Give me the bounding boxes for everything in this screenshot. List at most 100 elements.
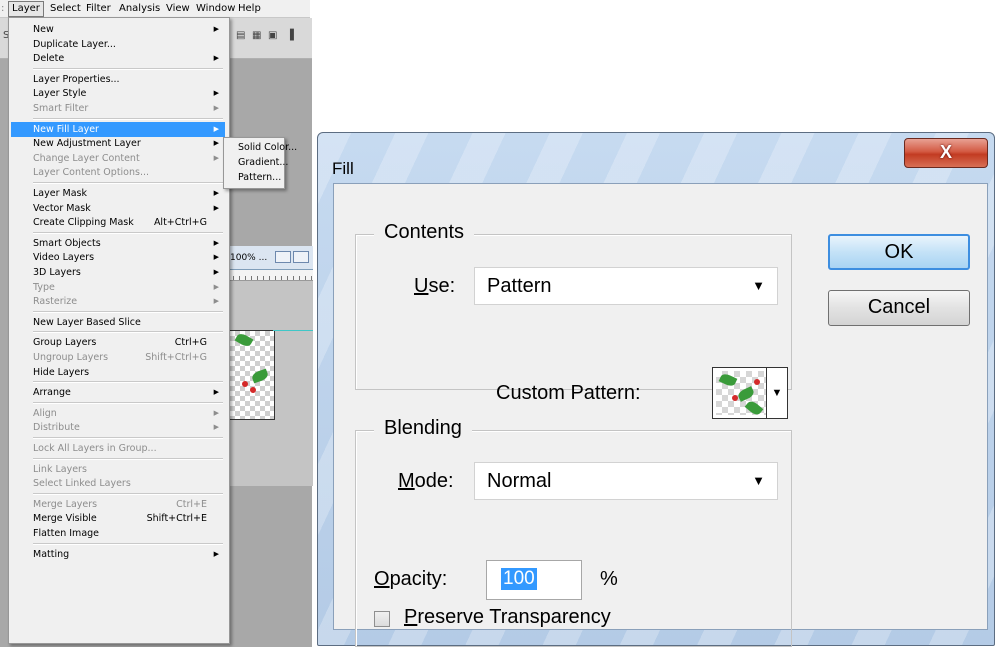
menu-item-link-layers[interactable]: Link Layers	[11, 462, 225, 477]
menu-item-type[interactable]: Type ▶	[11, 280, 225, 295]
dialog-title: Fill	[332, 159, 354, 178]
minimize-button[interactable]	[275, 251, 291, 263]
menu-item-layer-content-options[interactable]: Layer Content Options...	[11, 165, 225, 180]
menu-view[interactable]: View	[163, 0, 193, 17]
menu-window[interactable]: Window	[193, 0, 238, 17]
menu-item-smart-objects[interactable]: Smart Objects ▶	[11, 236, 225, 251]
submenu-arrow-icon: ▶	[213, 54, 219, 63]
menu-item-align[interactable]: Align ▶	[11, 406, 225, 421]
menu-analysis[interactable]: Analysis	[116, 0, 163, 17]
menu-item-layer-mask[interactable]: Layer Mask ▶	[11, 186, 225, 201]
close-button[interactable]: X	[904, 138, 988, 168]
chevron-down-icon: ▼	[752, 473, 765, 488]
submenu-solid-color[interactable]: Solid Color...	[226, 140, 297, 155]
preserve-transparency-label[interactable]: Preserve Transparency	[404, 606, 611, 629]
menu-item-duplicate-layer[interactable]: Duplicate Layer...	[11, 37, 225, 52]
custom-pattern-picker[interactable]: ▼	[712, 367, 788, 419]
menu-item-distribute[interactable]: Distribute ▶	[11, 420, 225, 435]
menu-item-create-clipping-mask[interactable]: Create Clipping Mask Alt+Ctrl+G	[11, 215, 225, 230]
submenu-arrow-icon: ▶	[213, 124, 219, 133]
menu-item-smart-filter[interactable]: Smart Filter ▶	[11, 101, 225, 116]
menu-item-group-layers[interactable]: Group Layers Ctrl+G	[11, 335, 225, 350]
submenu-arrow-icon: ▶	[213, 549, 219, 558]
use-select[interactable]: Pattern ▼	[474, 267, 778, 305]
opacity-input[interactable]: 100	[486, 560, 582, 600]
menu-item-lock-all-layers-in-group[interactable]: Lock All Layers in Group...	[11, 441, 225, 456]
menu-item-new-adjustment-layer[interactable]: New Adjustment Layer ▶	[11, 136, 225, 151]
menu-item-label: Hide Layers	[33, 366, 90, 378]
menu-item-label: Arrange	[33, 387, 71, 399]
mode-label: Mode:	[398, 470, 454, 492]
menu-item-change-layer-content[interactable]: Change Layer Content ▶	[11, 151, 225, 166]
submenu-pattern[interactable]: Pattern...	[226, 170, 282, 185]
menu-item-shortcut: Alt+Ctrl+G	[153, 217, 207, 229]
holly-berry	[242, 381, 248, 387]
align-bottom-icon[interactable]: ▣	[268, 30, 277, 41]
menu-item-ungroup-layers[interactable]: Ungroup Layers Shift+Ctrl+G	[11, 350, 225, 365]
menu-item-arrange[interactable]: Arrange ▶	[11, 385, 225, 400]
preserve-transparency-checkbox[interactable]	[374, 611, 390, 627]
menu-item-layer-properties[interactable]: Layer Properties...	[11, 72, 225, 87]
menu-item-delete[interactable]: Delete ▶	[11, 51, 225, 66]
use-label: Use:	[414, 275, 456, 297]
menu-item-rasterize[interactable]: Rasterize ▶	[11, 294, 225, 309]
menu-bar: : Layer Select Filter Analysis View Wind…	[0, 0, 310, 18]
menu-item-matting[interactable]: Matting ▶	[11, 547, 225, 562]
menu-item-label: Distribute	[33, 422, 80, 434]
align-top-icon[interactable]: ▤	[236, 30, 245, 41]
menu-item-label: Flatten Image	[33, 528, 100, 539]
pattern-dropdown-arrow-icon[interactable]: ▼	[766, 368, 787, 418]
submenu-arrow-icon: ▶	[213, 253, 219, 262]
align-middle-icon[interactable]: ▦	[252, 30, 261, 41]
menu-item-merge-layers[interactable]: Merge Layers Ctrl+E	[11, 497, 225, 512]
menu-item-3d-layers[interactable]: 3D Layers ▶	[11, 265, 225, 280]
menu-item-layer-style[interactable]: Layer Style ▶	[11, 86, 225, 101]
menu-separator	[33, 182, 223, 184]
menu-select[interactable]: Select	[47, 0, 84, 17]
ok-button[interactable]: OK	[828, 234, 970, 270]
submenu-gradient[interactable]: Gradient...	[226, 155, 288, 170]
menu-item-label: Group Layers	[33, 337, 97, 349]
menu-filter[interactable]: Filter	[83, 0, 114, 17]
menu-layer[interactable]: Layer	[8, 1, 44, 17]
menu-item-label: Merge Layers	[33, 498, 98, 510]
menu-item-new-layer-based-slice[interactable]: New Layer Based Slice	[11, 315, 225, 330]
menu-item-label: 3D Layers	[33, 267, 81, 278]
menu-separator	[33, 381, 223, 384]
menubar-grip: :	[1, 3, 5, 14]
menu-item-label: Delete	[33, 53, 65, 65]
cancel-button[interactable]: Cancel	[828, 290, 970, 326]
maximize-button[interactable]	[293, 251, 309, 263]
menu-item-vector-mask[interactable]: Vector Mask ▶	[11, 201, 225, 216]
menu-item-label: Vector Mask	[33, 202, 91, 214]
menu-help[interactable]: Help	[235, 0, 264, 17]
menu-item-label: Align	[33, 407, 57, 419]
menu-item-label: Lock All Layers in Group...	[33, 443, 157, 454]
menu-item-video-layers[interactable]: Video Layers ▶	[11, 250, 225, 265]
submenu-arrow-icon: ▶	[213, 189, 219, 197]
submenu-arrow-icon: ▶	[213, 388, 219, 397]
menu-item-label: Video Layers	[33, 252, 95, 264]
menu-item-label: Layer Properties...	[33, 73, 120, 85]
mode-select[interactable]: Normal ▼	[474, 462, 778, 500]
menu-separator	[33, 331, 223, 334]
submenu-arrow-icon: ▶	[213, 297, 219, 306]
menu-item-new[interactable]: New ▶	[11, 22, 225, 37]
submenu-arrow-icon: ▶	[213, 423, 219, 432]
menu-item-new-fill-layer[interactable]: New Fill Layer ▶	[11, 121, 225, 137]
menu-separator	[33, 492, 223, 495]
holly-berry	[754, 379, 760, 385]
menu-item-hide-layers[interactable]: Hide Layers	[11, 365, 225, 380]
menu-item-label: Ungroup Layers	[33, 352, 109, 363]
align-left-icon[interactable]: ▌	[290, 30, 298, 41]
menu-item-label: Link Layers	[33, 463, 87, 475]
submenu-arrow-icon: ▶	[213, 25, 219, 33]
submenu-arrow-icon: ▶	[213, 139, 219, 148]
menu-item-flatten-image[interactable]: Flatten Image	[11, 526, 225, 541]
menu-item-label: Type	[33, 281, 55, 293]
menu-item-select-linked-layers[interactable]: Select Linked Layers	[11, 476, 225, 491]
menu-item-merge-visible[interactable]: Merge Visible Shift+Ctrl+E	[11, 511, 225, 526]
menu-item-shortcut: Shift+Ctrl+G	[145, 352, 207, 363]
submenu-arrow-icon: ▶	[213, 89, 219, 98]
submenu-arrow-icon: ▶	[213, 104, 219, 112]
